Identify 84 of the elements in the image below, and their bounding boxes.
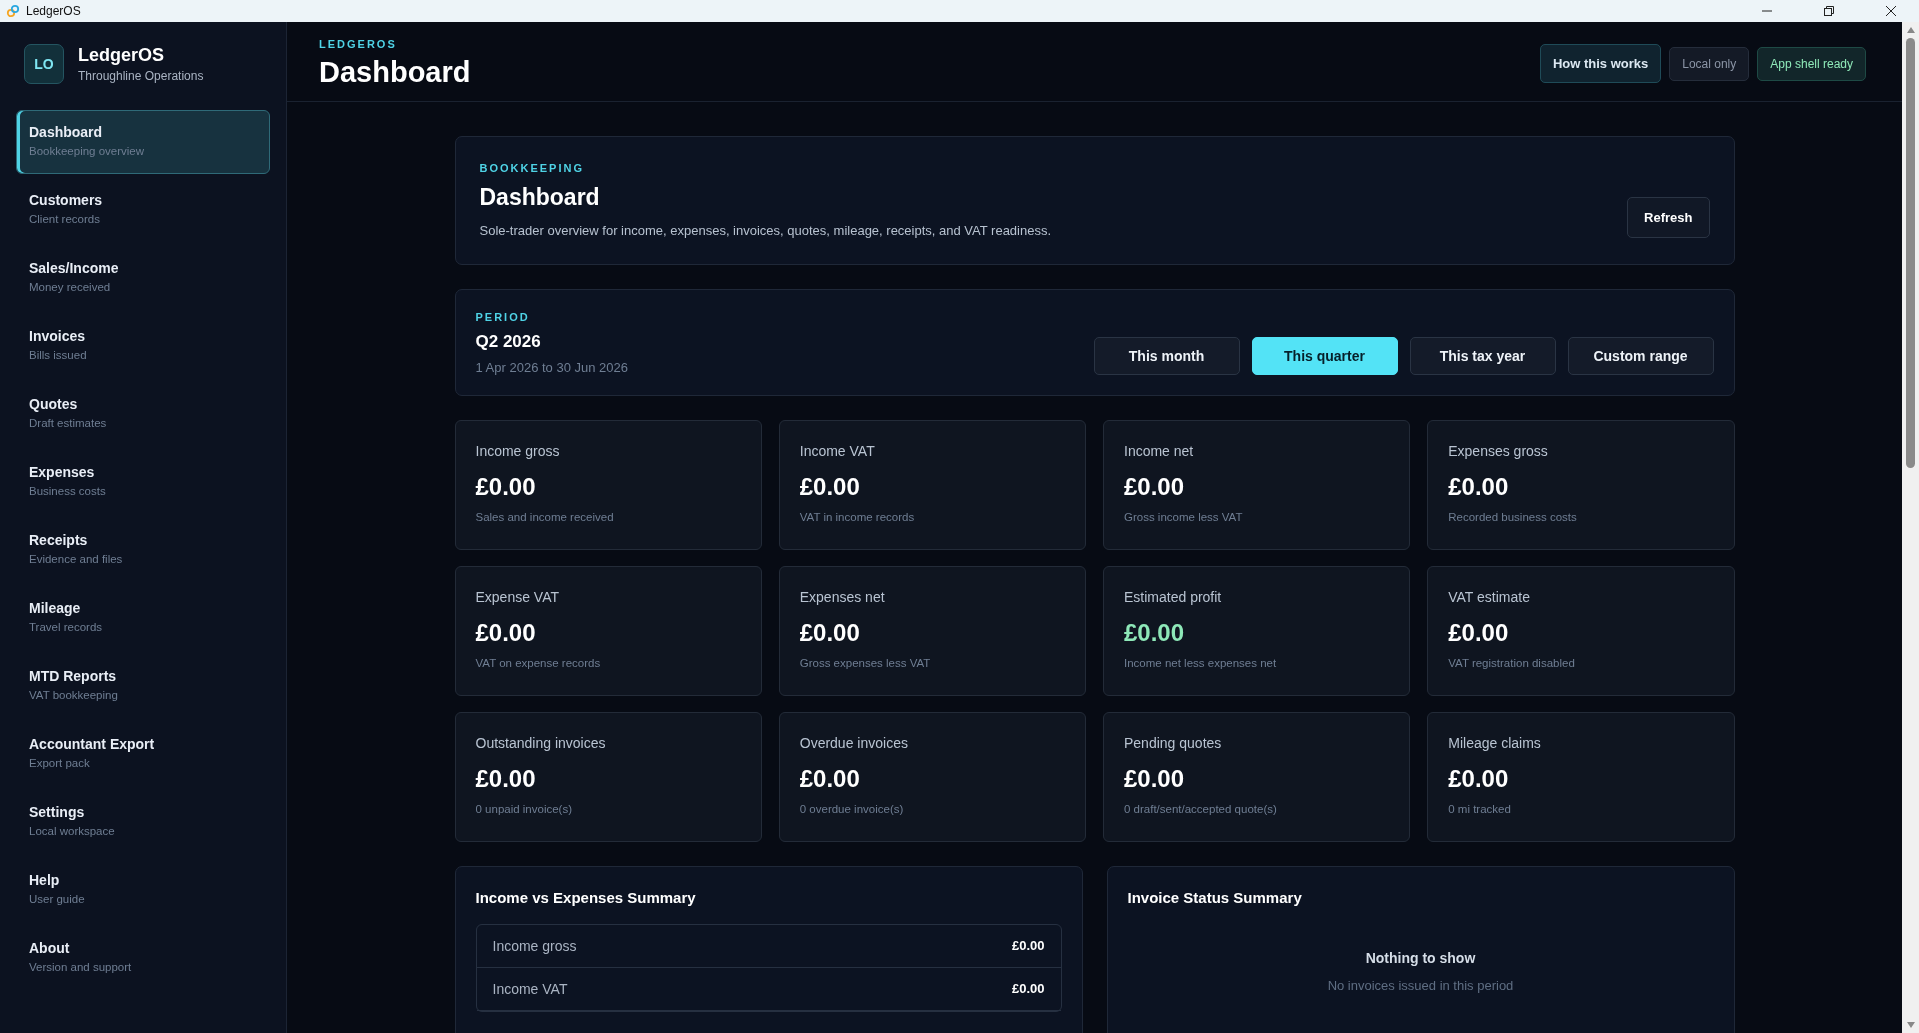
metric-note: 0 unpaid invoice(s) [475, 803, 574, 815]
table-cell: £0.00 [1011, 938, 1045, 954]
period-button[interactable]: This month [1093, 337, 1240, 375]
metric-label: Expense VAT [475, 589, 561, 605]
metric-label: Mileage claims [1448, 735, 1542, 751]
close-icon[interactable] [1885, 5, 1897, 17]
panel-title: Invoice Status Summary [1127, 889, 1303, 906]
metric-value: £0.00 [1448, 473, 1510, 501]
period-button[interactable]: This quarter [1251, 337, 1398, 375]
period-button[interactable]: This tax year [1409, 337, 1556, 375]
metric-label: Pending quotes [1124, 735, 1223, 751]
empty-text: No invoices issued in this period [1327, 978, 1514, 993]
nav-item[interactable]: Expenses Business costs [16, 450, 270, 514]
nav-item[interactable]: Sales/Income Money received [16, 246, 270, 310]
scroll-thumb[interactable] [1906, 38, 1915, 468]
status-badge: Local only [1669, 46, 1750, 81]
table-cell: £0.00 [1011, 981, 1045, 997]
logo-badge: LO [24, 44, 64, 84]
metric-value: £0.00 [799, 619, 861, 647]
metric-note: VAT on expense records [475, 657, 602, 669]
metric-label: VAT estimate [1448, 589, 1531, 605]
metric-note: Gross expenses less VAT [799, 657, 932, 669]
metric-note: Recorded business costs [1448, 511, 1578, 523]
metric-note: Sales and income received [475, 511, 615, 523]
panel-title: Income vs Expenses Summary [475, 889, 697, 906]
metric-note: Income net less expenses net [1124, 657, 1278, 669]
metric-value: £0.00 [475, 473, 537, 501]
brand-subtitle: Throughline Operations [78, 69, 204, 83]
nav-item[interactable]: Customers Client records [16, 178, 270, 242]
metric-note: VAT registration disabled [1448, 657, 1576, 669]
table-cell: Income gross [492, 938, 577, 954]
period-title: Q2 2026 [475, 332, 542, 352]
nav-item[interactable]: Quotes Draft estimates [16, 382, 270, 446]
metric-value: £0.00 [1124, 765, 1186, 793]
metric-label: Overdue invoices [799, 735, 909, 751]
scrollbar[interactable] [1902, 22, 1919, 1033]
help-button[interactable]: How this works [1539, 44, 1662, 83]
metric-note: 0 overdue invoice(s) [799, 803, 905, 815]
section-description: Sole-trader overview for income, expenses, invoices, quotes, mileage, receipts, and VAT readiness. [479, 223, 1052, 238]
nav-item[interactable]: Receipts Evidence and files [16, 518, 270, 582]
metric-note: 0 mi tracked [1448, 803, 1512, 815]
period-range: 1 Apr 2026 to 30 Jun 2026 [475, 360, 628, 375]
refresh-button[interactable]: Refresh [1627, 197, 1710, 238]
app-eyebrow: LEDGEROS [319, 38, 398, 50]
metric-value: £0.00 [1124, 473, 1186, 501]
nav-item[interactable]: Invoices Bills issued [16, 314, 270, 378]
period-eyebrow: PERIOD [475, 311, 531, 323]
metric-value: £0.00 [1124, 619, 1186, 647]
metric-value: £0.00 [475, 619, 537, 647]
nav-item[interactable]: Dashboard Bookkeeping overview [16, 110, 270, 174]
metric-note: 0 draft/sent/accepted quote(s) [1124, 803, 1278, 815]
metric-value: £0.00 [1448, 765, 1510, 793]
scroll-down-icon[interactable] [1905, 1021, 1916, 1029]
link-icon [6, 4, 20, 18]
metric-label: Expenses net [799, 589, 886, 605]
metric-label: Income VAT [799, 443, 876, 459]
table-cell: Income VAT [492, 981, 568, 997]
nav-item[interactable]: Settings Local workspace [16, 790, 270, 854]
metric-note: Gross income less VAT [1124, 511, 1244, 523]
brand-name: LedgerOS [78, 45, 166, 66]
metric-value: £0.00 [799, 473, 861, 501]
metric-value: £0.00 [799, 765, 861, 793]
page-title: Dashboard [319, 56, 471, 89]
window-title: LedgerOS [26, 4, 81, 18]
metric-label: Expenses gross [1448, 443, 1549, 459]
metric-label: Estimated profit [1124, 589, 1223, 605]
restore-icon[interactable] [1823, 5, 1835, 17]
metric-note: VAT in income records [799, 511, 916, 523]
nav-item[interactable]: About Version and support [16, 926, 270, 990]
empty-title: Nothing to show [1365, 950, 1476, 966]
nav-item[interactable]: Accountant Export Export pack [16, 722, 270, 786]
period-button[interactable]: Custom range [1567, 337, 1714, 375]
metric-label: Income net [1124, 443, 1195, 459]
section-title: Dashboard [479, 184, 601, 211]
nav-item[interactable]: Help User guide [16, 858, 270, 922]
metric-value: £0.00 [1448, 619, 1510, 647]
scroll-up-icon[interactable] [1905, 26, 1916, 34]
metric-label: Outstanding invoices [475, 735, 607, 751]
metric-label: Income gross [475, 443, 561, 459]
nav-item[interactable]: Mileage Travel records [16, 586, 270, 650]
metric-value: £0.00 [475, 765, 537, 793]
status-badge: App shell ready [1757, 46, 1866, 81]
nav-item[interactable]: MTD Reports VAT bookkeeping [16, 654, 270, 718]
section-eyebrow: BOOKKEEPING [479, 162, 585, 174]
